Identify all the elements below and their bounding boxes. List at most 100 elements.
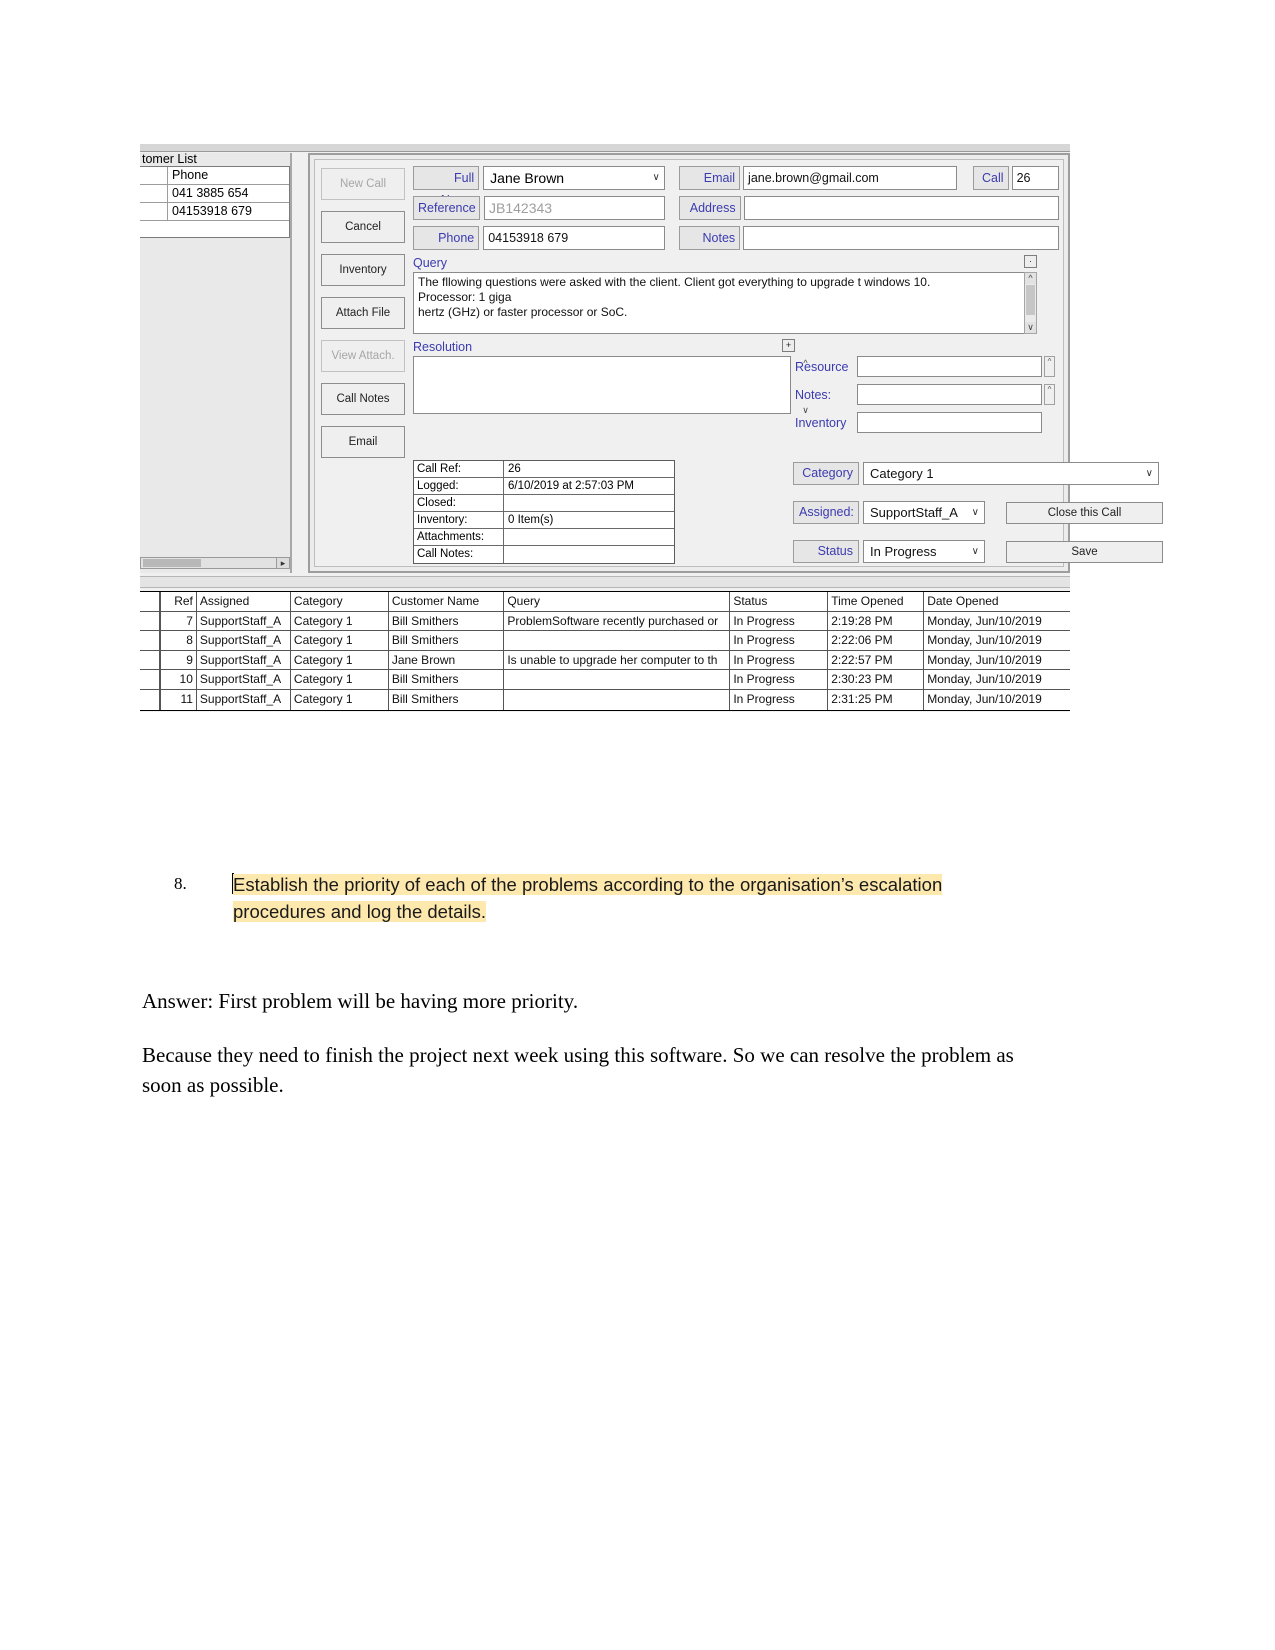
query-textarea-wrapper: The fllowing questions were asked with t… — [413, 272, 1037, 334]
detail-row: Logged: 6/10/2019 at 2:57:03 PM — [414, 478, 674, 495]
customer-list-row[interactable]: 04153918 679 — [140, 203, 289, 221]
email-button[interactable]: Email — [321, 426, 405, 458]
question-number: 8. — [174, 874, 187, 893]
cell-assigned: SupportStaff_A — [197, 670, 291, 689]
address-input[interactable] — [743, 196, 1059, 220]
status-combobox[interactable]: In Progress ∨ — [863, 540, 985, 563]
close-this-call-button[interactable]: Close this Call — [1006, 501, 1163, 524]
customer-list-header-phone: Phone — [172, 168, 209, 182]
column-header-customer-name[interactable]: Customer Name — [388, 592, 505, 611]
customer-list-row[interactable]: 041 3885 654 — [140, 185, 289, 203]
row-selector-gutter[interactable] — [140, 631, 160, 650]
scrollbar-thumb[interactable] — [143, 559, 201, 567]
cell-query — [504, 631, 731, 650]
notes-spinner[interactable]: ^ — [1044, 384, 1055, 405]
customer-list-horizontal-scrollbar[interactable]: ▸ — [140, 557, 290, 569]
email-input[interactable]: jane.brown@gmail.com — [743, 166, 957, 190]
scroll-down-arrow-icon[interactable]: ∨ — [1025, 322, 1036, 333]
cell-category: Category 1 — [291, 611, 389, 631]
grid-separator — [140, 576, 1070, 588]
full-name-row: Full Name Jane Brown ∨ Email jane.brown@… — [413, 166, 1060, 207]
resource-input[interactable] — [857, 356, 1042, 377]
column-header-assigned[interactable]: Assigned — [196, 592, 291, 611]
customer-list-grid[interactable]: Phone 041 3885 654 04153918 679 — [140, 166, 290, 238]
category-combobox[interactable]: Category 1 ∨ — [863, 462, 1159, 485]
chevron-down-icon[interactable]: ∨ — [652, 167, 659, 189]
detail-key: Attachments: — [414, 529, 504, 545]
query-expand-button[interactable]: · — [1024, 255, 1037, 268]
row-selector-gutter[interactable] — [140, 689, 160, 710]
call-ref-input[interactable]: 26 — [1011, 166, 1060, 190]
column-header-category[interactable]: Category — [290, 592, 389, 611]
detail-key: Call Notes: — [414, 546, 504, 563]
assigned-combobox[interactable]: SupportStaff_A ∨ — [863, 501, 985, 524]
query-textarea[interactable]: The fllowing questions were asked with t… — [413, 272, 1037, 334]
save-button[interactable]: Save — [1006, 540, 1163, 563]
scroll-right-arrow-icon[interactable]: ▸ — [276, 558, 289, 568]
row-selector-gutter[interactable] — [140, 611, 160, 631]
answer-paragraph-1: Answer: First problem will be having mor… — [142, 989, 579, 1013]
detail-key: Closed: — [414, 495, 504, 511]
chevron-down-icon[interactable]: ∨ — [972, 541, 979, 562]
reference-input[interactable]: JB142343 — [484, 196, 666, 220]
query-vertical-scrollbar[interactable]: ^ ∨ — [1024, 272, 1037, 334]
column-header-status[interactable]: Status — [730, 592, 829, 611]
full-name-combobox[interactable]: Jane Brown ∨ — [483, 166, 665, 190]
phone-input[interactable]: 04153918 679 — [483, 226, 665, 250]
cell-assigned: SupportStaff_A — [197, 611, 291, 631]
column-header-date-opened[interactable]: Date Opened — [924, 592, 1071, 611]
cell-status: In Progress — [730, 670, 829, 689]
calls-results-grid[interactable]: Ref Assigned Category Customer Name Quer… — [140, 591, 1071, 711]
column-header-query[interactable]: Query — [504, 592, 731, 611]
inventory-button[interactable]: Inventory — [321, 254, 405, 286]
detail-key: Call Ref: — [414, 461, 504, 477]
resource-notes-input[interactable] — [857, 384, 1042, 405]
call-label: Call — [972, 166, 1009, 190]
question-line-1: Establish the priority of each of the pr… — [233, 874, 943, 895]
view-attachment-button[interactable]: View Attach. — [321, 340, 405, 372]
cell-date-opened: Monday, Jun/10/2019 — [927, 613, 1042, 628]
new-call-button[interactable]: New Call — [321, 168, 405, 200]
detail-row: Call Ref: 26 — [414, 461, 674, 478]
column-header-time-opened[interactable]: Time Opened — [828, 592, 925, 611]
scrollbar-thumb[interactable] — [1026, 285, 1035, 315]
detail-key: Inventory: — [414, 512, 504, 528]
chevron-down-icon[interactable]: ∨ — [1146, 463, 1153, 484]
cancel-button[interactable]: Cancel — [321, 211, 405, 243]
table-row[interactable]: 9 SupportStaff_A Category 1 Jane Brown I… — [140, 650, 1070, 671]
notes-input[interactable] — [743, 226, 1059, 250]
cell-status: In Progress — [730, 689, 829, 710]
cell-query: ProblemSoftware recently purchased or — [504, 611, 731, 631]
category-row: Category Category 1 ∨ — [793, 462, 1159, 485]
row-selector-gutter — [140, 592, 160, 611]
column-header-ref[interactable]: Ref — [159, 592, 197, 611]
detail-row: Attachments: — [414, 529, 674, 546]
row-selector-gutter[interactable] — [140, 650, 160, 670]
cell-date-opened: Monday, Jun/10/2019 — [927, 652, 1042, 667]
query-line-3: hertz (GHz) or faster processor or SoC. — [418, 305, 628, 319]
assigned-row: Assigned: SupportStaff_A ∨ Close this Ca… — [793, 501, 1163, 524]
category-value: Category 1 — [870, 466, 934, 481]
row-selector-gutter[interactable] — [140, 670, 160, 689]
attach-file-button[interactable]: Attach File — [321, 297, 405, 329]
detail-row: Inventory: 0 Item(s) — [414, 512, 674, 529]
table-row[interactable]: 8 SupportStaff_A Category 1 Bill Smither… — [140, 631, 1070, 651]
resolution-add-button[interactable]: + — [782, 339, 795, 352]
table-row[interactable]: 11 SupportStaff_A Category 1 Bill Smithe… — [140, 689, 1070, 710]
call-notes-button[interactable]: Call Notes — [321, 383, 405, 415]
table-row[interactable]: 7 SupportStaff_A Category 1 Bill Smither… — [140, 611, 1070, 632]
resource-label: Resource — [795, 359, 849, 374]
cell-ref: 7 — [159, 611, 197, 631]
window-title-bar — [140, 144, 1070, 152]
address-label: Address — [679, 196, 741, 220]
resolution-section: Resolution + ^ ∨ — [413, 339, 809, 415]
chevron-down-icon[interactable]: ∨ — [972, 502, 979, 523]
inventory-input[interactable] — [857, 412, 1042, 433]
table-row[interactable]: 10 SupportStaff_A Category 1 Bill Smithe… — [140, 670, 1070, 690]
resource-panel: Resource ^ Notes: ^ Inventory — [795, 356, 1055, 440]
scroll-up-arrow-icon[interactable]: ^ — [1025, 273, 1036, 284]
results-header-row: Ref Assigned Category Customer Name Quer… — [140, 592, 1071, 612]
resolution-textarea[interactable] — [413, 356, 791, 414]
resource-spinner[interactable]: ^ — [1044, 356, 1055, 377]
customer-ref-cell — [140, 185, 168, 202]
